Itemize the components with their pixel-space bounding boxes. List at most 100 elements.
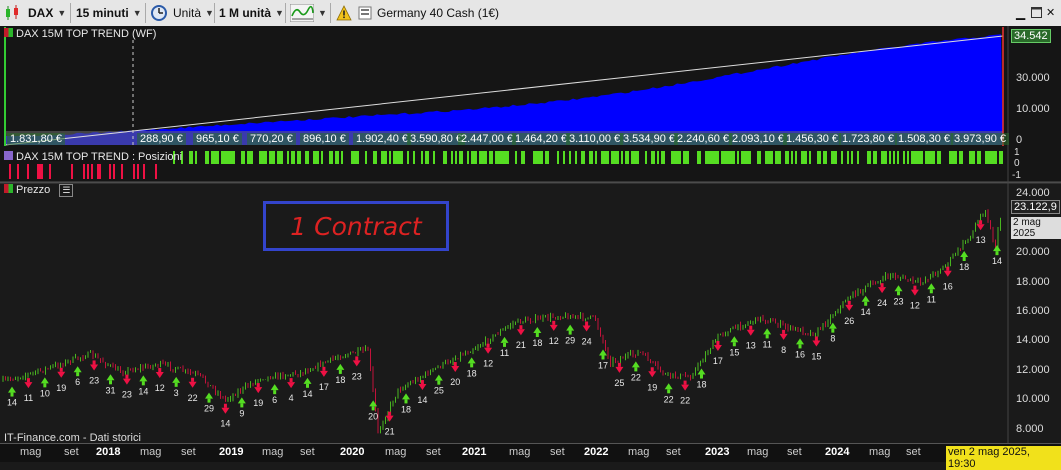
trade-label: 14 <box>7 398 17 408</box>
long-position-bar <box>221 151 223 164</box>
long-position-bar <box>787 151 789 164</box>
long-position-bar <box>625 151 627 164</box>
trade-marker: 17 <box>319 366 329 392</box>
trade-marker: 18 <box>401 393 411 414</box>
long-position-bar <box>395 151 397 164</box>
long-position-bar <box>817 151 819 164</box>
trade-marker: 29 <box>204 392 214 414</box>
x-axis-label: set <box>426 446 441 458</box>
trade-label: 8 <box>781 345 786 355</box>
pnl-label: 1.464,20 € <box>512 133 570 145</box>
long-position-bar <box>589 151 591 164</box>
long-position-bar <box>697 151 699 164</box>
trade-marker: 16 <box>795 338 805 359</box>
long-position-bar <box>353 151 355 164</box>
long-position-bar <box>769 151 771 164</box>
x-axis-label: 2020 <box>340 446 365 458</box>
long-position-bar <box>539 151 541 164</box>
long-position-bar <box>401 151 403 164</box>
pnl-label: 3.534,90 € <box>620 133 678 145</box>
long-position-bar <box>985 151 987 164</box>
trade-marker: 31 <box>105 374 116 395</box>
trade-label: 22 <box>680 396 690 406</box>
long-position-bar <box>809 151 811 164</box>
trade-label: 23 <box>89 375 99 385</box>
long-position-bar <box>949 151 951 164</box>
long-position-bar <box>847 151 849 164</box>
long-position-bar <box>835 151 837 164</box>
long-position-bar <box>413 151 415 164</box>
trade-label: 26 <box>844 316 854 326</box>
long-position-bar <box>687 151 689 164</box>
equity-last-value: 34.542 <box>1011 29 1051 43</box>
long-position-bar <box>605 151 607 164</box>
long-position-bar <box>747 151 749 164</box>
long-position-bar <box>661 151 663 164</box>
trade-label: 29 <box>204 404 214 414</box>
long-position-bar <box>271 151 273 164</box>
long-position-bar <box>991 151 993 164</box>
long-position-bar <box>819 151 821 164</box>
long-position-bar <box>215 151 217 164</box>
trade-label: 6 <box>272 395 277 405</box>
price-panel-header: Prezzo ☰ <box>4 184 74 197</box>
short-position-bar <box>71 164 73 179</box>
short-position-bar <box>133 164 135 179</box>
x-axis-label: mag <box>140 446 162 458</box>
long-position-bar <box>651 151 653 164</box>
trade-marker: 14 <box>220 403 230 429</box>
short-position-bar <box>87 164 89 179</box>
price-y-tick: 18.000 <box>1016 276 1050 288</box>
long-position-bar <box>317 151 319 164</box>
long-position-bar <box>485 151 487 164</box>
long-position-bar <box>533 151 535 164</box>
trade-marker: 14 <box>992 245 1002 266</box>
x-axis-label: mag <box>385 446 407 458</box>
long-position-bar <box>321 151 323 164</box>
long-position-bar <box>467 151 469 164</box>
long-position-bar <box>425 151 427 164</box>
long-position-bar <box>381 151 383 164</box>
long-position-bar <box>913 151 915 164</box>
long-position-bar <box>791 151 793 164</box>
trade-marker: 11 <box>24 378 33 403</box>
long-position-bar <box>365 151 367 164</box>
trade-label: 14 <box>220 419 230 429</box>
pnl-label: 2.447,00 € <box>458 133 516 145</box>
short-position-bar <box>37 164 39 179</box>
long-position-bar <box>889 151 891 164</box>
long-position-bar <box>389 151 391 164</box>
trade-label: 31 <box>105 385 115 395</box>
long-position-bar <box>971 151 973 164</box>
long-position-bar <box>939 151 941 164</box>
trade-marker: 22 <box>664 383 674 404</box>
long-position-bar <box>273 151 275 164</box>
trade-label: 22 <box>631 372 641 382</box>
long-position-bar <box>897 151 899 164</box>
long-position-bar <box>907 151 909 164</box>
long-position-bar <box>929 151 931 164</box>
long-position-bar <box>795 151 797 164</box>
menu-icon[interactable]: ☰ <box>59 184 74 197</box>
long-position-bar <box>217 151 219 164</box>
long-position-bar <box>645 151 647 164</box>
long-position-bar <box>867 151 869 164</box>
short-position-bar <box>113 164 115 179</box>
x-axis-label: 2023 <box>705 446 730 458</box>
long-position-bar <box>995 151 997 164</box>
long-position-bar <box>243 151 245 164</box>
long-position-bar <box>313 151 315 164</box>
short-position-bar <box>49 164 51 179</box>
long-position-bar <box>685 151 687 164</box>
long-position-bar <box>709 151 711 164</box>
series-color-icon <box>4 184 13 193</box>
long-position-bar <box>733 151 735 164</box>
long-position-bar <box>775 151 777 164</box>
long-position-bar <box>757 151 759 164</box>
long-position-bar <box>635 151 637 164</box>
x-axis-label: set <box>64 446 79 458</box>
trade-label: 29 <box>565 336 575 346</box>
long-position-bar <box>713 151 715 164</box>
long-position-bar <box>335 151 337 164</box>
trade-label: 23 <box>122 390 132 400</box>
